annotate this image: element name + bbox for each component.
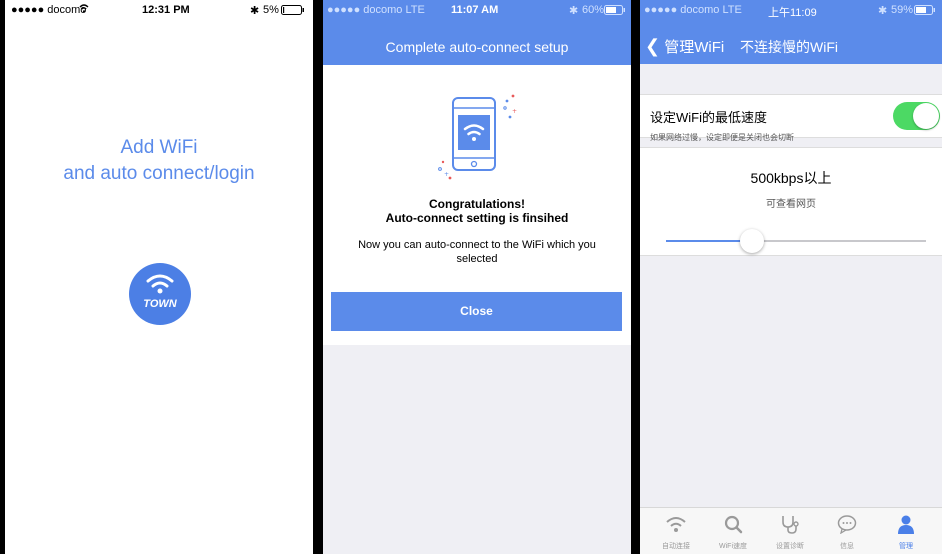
setting-label: 设定WiFi的最低速度 [650,110,767,125]
tab-label: 自动连接 [662,543,690,550]
tab-label: 信息 [840,543,854,550]
carrier-label: ●●●●● docomo LTE [644,4,742,16]
speed-description: 可查看网页 [766,199,816,210]
close-button[interactable]: Close [331,292,622,331]
svg-text:+: + [512,108,517,115]
title-line-1: Add WiFi [120,137,198,158]
hint-text: 如果网络过慢，设定即便是关闭也会切断 [650,133,794,142]
battery-icon [604,5,626,18]
bluetooth-icon: ✱ [250,5,260,17]
logo-text: TOWN [143,298,177,310]
congrats-subheading: Auto-connect setting is finsihed [385,211,569,225]
tab-manage[interactable]: 管理 [876,508,936,554]
back-button[interactable]: ❮ 管理WiFi [645,36,724,57]
slider-thumb[interactable] [739,229,764,253]
tab-auto-connect[interactable]: 自动连接 [646,508,706,554]
battery-icon [914,5,936,18]
battery-percent: 5% [263,4,279,16]
header: ●●●●● docomo LTE 上午11:09 ✱ 59% ❮ 管理WiFi … [640,0,942,64]
tab-diagnosis[interactable]: 设置诊断 [760,508,820,554]
slider-fill [666,240,752,242]
min-speed-toggle[interactable] [893,102,940,130]
toggle-knob [913,103,939,129]
carrier-label: ●●●●● docomo [11,4,87,16]
status-bar: ●●●●● docomo 12:31 PM ✱ 5% [5,0,313,20]
status-bar: ●●●●● docomo LTE 11:07 AM ✱ 60% [323,0,631,20]
wifi-icon [146,274,174,294]
battery-percent: 60% [582,4,605,16]
message-line-2: selected [456,253,498,265]
status-time: 11:07 AM [451,4,499,16]
status-time: 上午11:09 [768,7,817,19]
tab-info[interactable]: 信息 [817,508,877,554]
tab-bar: 自动连接 WiFi速度 设置诊断 信息 管理 [640,507,942,554]
svg-text:+: + [444,171,449,178]
stethoscope-icon [782,516,799,534]
page-title: Complete auto-connect setup [385,39,569,55]
empty-area [323,345,631,554]
status-time: 12:31 PM [142,4,190,16]
title-line-2: and auto connect/login [63,163,255,184]
header: ●●●●● docomo LTE 11:07 AM ✱ 60% Complete… [323,0,631,65]
status-bar: ●●●●● docomo LTE 上午11:09 ✱ 59% [640,0,942,20]
message-line-1: Now you can auto-connect to the WiFi whi… [358,239,596,251]
wifi-icon [666,517,686,532]
screen-add-wifi: ●●●●● docomo 12:31 PM ✱ 5% Add WiFi and … [5,0,313,554]
tab-label: 管理 [899,543,913,550]
back-label: 管理WiFi [664,39,725,56]
tab-label: 设置诊断 [776,543,804,550]
chevron-left-icon: ❮ [645,36,661,56]
town-logo[interactable]: TOWN [129,263,191,325]
speed-value: 500kbps以上 [750,170,832,186]
battery-percent: 59% [891,4,914,16]
battery-icon [281,5,305,18]
wifi-signal-icon [79,4,89,16]
chat-bubble-icon [837,515,857,534]
speed-slider[interactable] [666,229,926,253]
phone-wifi-icon: + + [438,94,517,180]
bluetooth-icon: ✱ [569,5,579,17]
carrier-label: ●●●●● docomo LTE [327,4,425,16]
page-title: 不连接慢的WiFi [740,39,838,55]
person-icon [898,515,914,534]
screen-setup-complete: ●●●●● docomo LTE 11:07 AM ✱ 60% Complete… [323,0,631,554]
search-icon [724,515,743,534]
tab-label: WiFi速度 [719,543,747,550]
congrats-heading: Congratulations! [429,197,525,211]
screen-slow-wifi-setting: ●●●●● docomo LTE 上午11:09 ✱ 59% ❮ 管理WiFi … [640,0,942,554]
bluetooth-icon: ✱ [878,5,888,17]
tab-wifi-speed[interactable]: WiFi速度 [703,508,763,554]
